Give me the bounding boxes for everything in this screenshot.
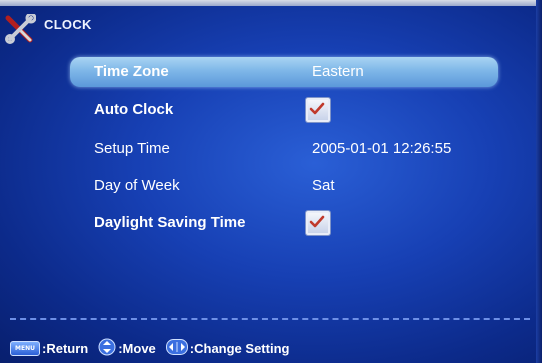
menu-key-icon: MENU <box>10 340 40 356</box>
setting-auto-clock[interactable]: Auto Clock <box>70 95 498 125</box>
setting-setup-time[interactable]: Setup Time 2005-01-01 12:26:55 <box>70 134 498 164</box>
left-right-arrows-icon <box>165 338 188 358</box>
clock-settings-menu: Time Zone Eastern Auto Clock Setup Time … <box>70 57 498 243</box>
page-title: CLOCK <box>44 17 92 32</box>
setting-daylight-saving-time[interactable]: Daylight Saving Time <box>70 208 498 238</box>
screen-right-border <box>536 0 542 363</box>
title-bar: CLOCK <box>0 6 300 44</box>
setting-label: Daylight Saving Time <box>94 214 246 231</box>
change-setting-hint: :Change Setting <box>189 340 290 356</box>
setting-label: Setup Time <box>94 140 170 157</box>
tools-icon <box>4 12 37 44</box>
return-hint: :Return <box>42 340 89 356</box>
key-hints-bar: MENU :Return :Move :Change Setting <box>10 338 299 358</box>
daylight-saving-checkbox[interactable] <box>306 211 330 235</box>
setting-value: 2005-01-01 12:26:55 <box>312 140 452 157</box>
auto-clock-checkbox[interactable] <box>306 98 330 122</box>
move-hint: :Move <box>118 340 156 356</box>
setting-label: Time Zone <box>94 63 169 80</box>
setting-label: Auto Clock <box>94 101 174 118</box>
setting-label: Day of Week <box>94 177 180 194</box>
check-icon <box>309 102 325 115</box>
setting-day-of-week[interactable]: Day of Week Sat <box>70 171 498 201</box>
setting-time-zone[interactable]: Time Zone Eastern <box>70 57 498 87</box>
check-icon <box>309 215 325 228</box>
setting-value: Sat <box>312 177 335 194</box>
footer-divider <box>10 318 530 320</box>
setting-value: Eastern <box>312 63 364 80</box>
up-down-arrows-icon <box>98 338 116 359</box>
